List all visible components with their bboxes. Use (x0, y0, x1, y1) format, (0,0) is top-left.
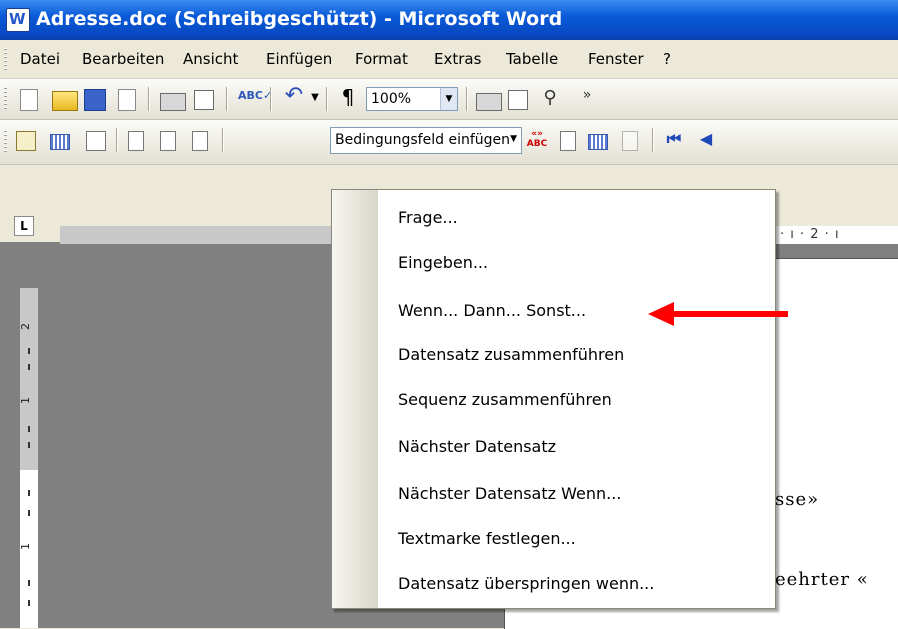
menu-item-wenn-dann-sonst[interactable]: Wenn... Dann... Sonst... (398, 301, 586, 320)
save-icon[interactable] (84, 89, 106, 111)
menu-fenster[interactable]: Fenster (588, 50, 644, 68)
menu-item-eingeben[interactable]: Eingeben... (398, 253, 488, 272)
new-document-icon[interactable] (20, 89, 38, 111)
highlight-fields-icon[interactable] (560, 131, 576, 151)
separator (652, 128, 654, 152)
greeting-line-icon[interactable] (160, 131, 176, 151)
view-merged-data-icon[interactable]: «» ABC (526, 129, 548, 151)
insert-field-icon[interactable] (192, 131, 208, 151)
open-folder-icon[interactable] (52, 91, 78, 111)
word-app-icon[interactable] (6, 8, 30, 32)
insert-word-field-button[interactable]: Bedingungsfeld einfügen ▼ (330, 127, 522, 154)
edit-recipients-icon[interactable] (86, 131, 106, 151)
menu-bearbeiten[interactable]: Bearbeiten (82, 50, 164, 68)
tab-stop-selector[interactable]: L (14, 216, 34, 236)
mail-icon[interactable] (508, 90, 528, 110)
find-icon[interactable]: ⚲ (538, 87, 562, 111)
toolbar-options-icon[interactable]: » (580, 87, 594, 111)
standard-toolbar: ABC✓ ↶ ▼ ¶ 100% ▼ ⚲ » (0, 79, 898, 120)
menu-item-naechster-datensatz[interactable]: Nächster Datensatz (398, 437, 556, 456)
menubar-grip[interactable] (4, 48, 7, 70)
menu-einfuegen[interactable]: Einfügen (266, 50, 332, 68)
match-fields-icon[interactable] (588, 134, 608, 150)
ruler-tick (28, 364, 30, 370)
print-icon[interactable] (476, 93, 502, 111)
window-title: Adresse.doc (Schreibgeschützt) - Microso… (36, 8, 563, 30)
annotation-arrow-icon (648, 302, 788, 326)
permission-icon[interactable] (118, 89, 136, 111)
separator (222, 128, 224, 152)
menu-ansicht[interactable]: Ansicht (183, 50, 238, 68)
recipients-list-icon[interactable] (50, 134, 70, 150)
toolbar-grip[interactable] (4, 130, 7, 154)
document-text-line: sse» (775, 489, 820, 510)
zoom-value: 100% (371, 91, 412, 107)
mailmerge-toolbar: Bedingungsfeld einfügen ▼ «» ABC ⏮ ◀ (0, 120, 898, 165)
menu-extras[interactable]: Extras (434, 50, 481, 68)
ruler-number: 1 (19, 397, 32, 404)
spelling-icon[interactable]: ABC✓ (238, 89, 272, 113)
propagate-labels-icon[interactable] (622, 131, 638, 151)
separator (148, 87, 150, 111)
menu-item-datensatz-zusammenfuehren[interactable]: Datensatz zusammenführen (398, 345, 624, 364)
menu-tabelle[interactable]: Tabelle (506, 50, 558, 68)
ruler-tick (28, 490, 30, 496)
menu-bar: Datei Bearbeiten Ansicht Einfügen Format… (0, 40, 898, 79)
toolbar-grip[interactable] (4, 87, 7, 111)
ruler-tick (28, 442, 30, 448)
separator (466, 87, 468, 111)
ruler-number: 1 (19, 543, 32, 550)
word-field-dropdown-menu: Frage... Eingeben... Wenn... Dann... Son… (331, 189, 776, 609)
menu-item-frage[interactable]: Frage... (398, 208, 458, 227)
title-bar: Adresse.doc (Schreibgeschützt) - Microso… (0, 0, 898, 40)
undo-icon[interactable]: ↶ (282, 83, 306, 108)
ruler-tick (28, 580, 30, 586)
zoom-combo[interactable]: 100% ▼ (366, 87, 458, 111)
print-icon[interactable] (160, 93, 186, 111)
menu-item-sequenz-zusammenfuehren[interactable]: Sequenz zusammenführen (398, 390, 612, 409)
ruler-tick (28, 600, 30, 606)
separator (270, 87, 272, 111)
ruler-tick (28, 510, 30, 516)
insert-word-field-label: Bedingungsfeld einfügen (335, 132, 510, 148)
menu-format[interactable]: Format (355, 50, 408, 68)
horizontal-ruler-text: · ı · 2 · ı (780, 227, 840, 242)
ruler-tick (28, 426, 30, 432)
menu-icon-stripe (332, 190, 378, 608)
menu-item-datensatz-ueberspringen-wenn[interactable]: Datensatz überspringen wenn... (398, 574, 654, 593)
print-preview-icon[interactable] (194, 90, 214, 110)
arrow-shape (648, 302, 788, 326)
menu-item-naechster-datensatz-wenn[interactable]: Nächster Datensatz Wenn... (398, 484, 621, 503)
address-block-icon[interactable] (128, 131, 144, 151)
vertical-ruler-page-area: 1 (19, 470, 38, 628)
main-document-setup-icon[interactable] (16, 131, 36, 151)
previous-record-icon[interactable]: ◀ (694, 129, 718, 153)
separator (326, 87, 328, 111)
chevron-down-icon: ▼ (510, 134, 517, 144)
separator (226, 87, 228, 111)
document-text-line: eehrter « (775, 569, 869, 590)
undo-dropdown-icon[interactable]: ▼ (310, 92, 320, 116)
menu-datei[interactable]: Datei (20, 50, 60, 68)
ruler-number: 2 (19, 323, 32, 330)
first-record-icon[interactable]: ⏮ (662, 129, 686, 153)
menu-item-textmarke-festlegen[interactable]: Textmarke festlegen... (398, 529, 576, 548)
separator (116, 128, 118, 152)
paragraph-mark-icon[interactable]: ¶ (336, 85, 360, 109)
chevron-down-icon[interactable]: ▼ (440, 88, 457, 110)
menu-help[interactable]: ? (663, 50, 671, 68)
ruler-tick (28, 348, 30, 354)
